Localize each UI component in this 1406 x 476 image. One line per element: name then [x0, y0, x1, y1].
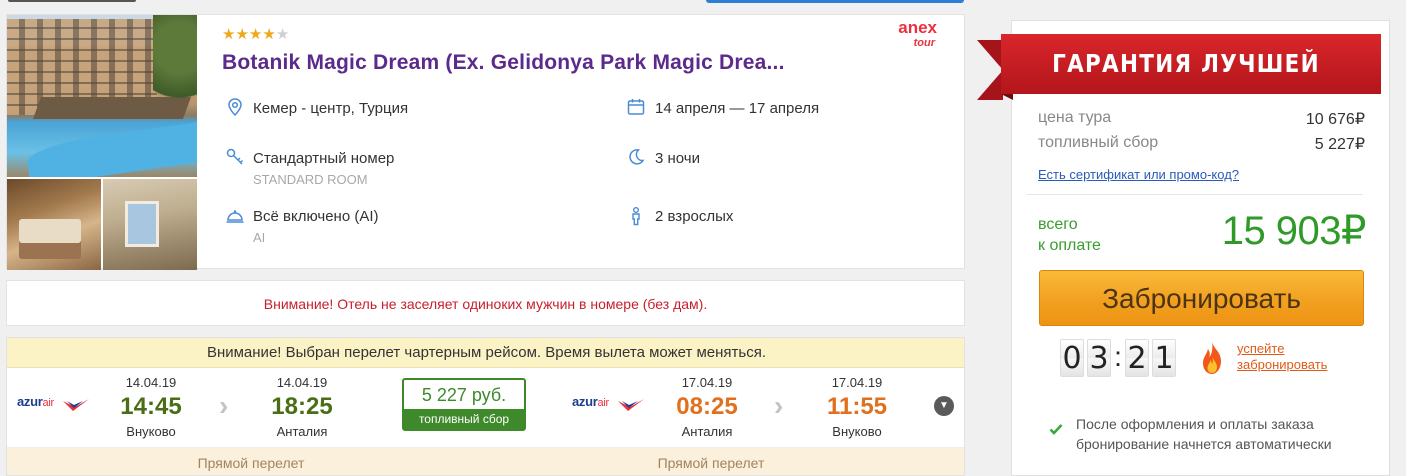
tour-price-value: 10 676₽: [1305, 111, 1365, 128]
hotel-main-photo[interactable]: [7, 15, 197, 177]
fire-icon: [1203, 342, 1221, 374]
total-label: всего к оплате: [1038, 216, 1101, 254]
outbound-arrival-date: 14.04.19: [276, 375, 328, 390]
hotel-name[interactable]: Botanik Magic Dream (Ex. Gelidonya Park …: [222, 51, 862, 75]
inbound-departure-date: 17.04.19: [681, 375, 733, 390]
timer-digit: 3: [1087, 339, 1111, 377]
fuel-surcharge-badge: 5 227 руб. топливный сбор: [402, 378, 526, 431]
person-icon: [632, 207, 640, 226]
charter-flight-notice: Внимание! Выбран перелет чартерным рейсо…: [7, 338, 964, 368]
room-type: Стандартный номер STANDARD ROOM: [253, 150, 395, 187]
timer-colon: :: [1114, 341, 1122, 372]
star-icon: ★: [222, 26, 236, 43]
hotel-room-photo-2[interactable]: [103, 179, 197, 270]
nights-count: 3 ночи: [655, 150, 700, 167]
hotel-star-rating: ★★★★★: [222, 27, 289, 43]
book-button[interactable]: Забронировать: [1039, 270, 1364, 326]
total-price: 15 903₽: [1221, 209, 1367, 253]
azur-wing-icon: [618, 399, 644, 411]
outbound-departure-airport: Внуково: [126, 424, 176, 439]
room-key-icon: [226, 148, 244, 165]
guests-count: 2 взрослых: [655, 208, 734, 225]
fuel-fee-value: 5 227₽: [1314, 136, 1365, 153]
best-price-ribbon: ГАРАНТИЯ ЛУЧШЕЙ ЦЕНЫ: [977, 34, 1381, 138]
inbound-arrival-date: 17.04.19: [831, 375, 883, 390]
meal-plan: Всё включено (AI) AI: [253, 208, 379, 245]
room-type-original: STANDARD ROOM: [253, 172, 368, 187]
meal-plan-code: AI: [253, 230, 266, 245]
star-icon: ★: [248, 26, 263, 43]
hurry-book-link[interactable]: успейте забронировать: [1237, 341, 1327, 373]
flight-card: Внимание! Выбран перелет чартерным рейсо…: [6, 337, 965, 476]
top-button-sliver[interactable]: [706, 0, 964, 3]
hotel-photo-gallery[interactable]: [7, 15, 197, 270]
top-nav-sliver: [8, 0, 136, 2]
tour-dates: 14 апреля — 17 апреля: [655, 100, 820, 117]
chevron-right-icon: ›: [219, 390, 229, 421]
price-divider: [1027, 194, 1363, 195]
star-icon: ★: [235, 26, 249, 43]
booking-note: После оформления и оплаты заказа брониро…: [1076, 416, 1332, 452]
timer-digit: 0: [1060, 339, 1084, 377]
star-empty-icon: ★: [275, 26, 290, 43]
hotel-card: ★★★★★ Botanik Magic Dream (Ex. Gelidonya…: [6, 14, 965, 270]
inbound-departure-airport: Анталия: [681, 424, 733, 439]
chevron-right-icon: ›: [774, 390, 784, 421]
inbound-flight-type: Прямой перелет: [657, 455, 765, 471]
inbound-arrival-time: 11:55: [826, 393, 888, 420]
outbound-flight-type: Прямой перелет: [197, 455, 305, 471]
flight-footer: Прямой перелет Прямой перелет: [7, 447, 964, 475]
hotel-policy-notice: Внимание! Отель не заселяет одиноких муж…: [6, 280, 965, 326]
airline-logo-outbound: azurair: [17, 393, 89, 415]
timer-digit: 1: [1152, 339, 1176, 377]
moon-icon: [629, 149, 645, 165]
azur-wing-icon: [63, 399, 89, 411]
expand-flights-button[interactable]: ▼: [934, 396, 954, 416]
airline-logo-inbound: azurair: [572, 393, 644, 415]
calendar-icon: [627, 99, 645, 115]
checkmark-icon: [1049, 424, 1063, 435]
inbound-arrival-airport: Внуково: [832, 424, 882, 439]
inbound-departure-time: 08:25: [676, 393, 738, 420]
outbound-departure-time: 14:45: [120, 393, 182, 420]
location-pin-icon: [228, 98, 242, 117]
tour-price-label: цена тура: [1038, 109, 1112, 126]
outbound-departure-date: 14.04.19: [125, 375, 177, 390]
hotel-location: Кемер - центр, Турция: [253, 100, 409, 117]
promo-code-link[interactable]: Есть сертификат или промо-код?: [1038, 167, 1239, 182]
outbound-arrival-airport: Анталия: [276, 424, 328, 439]
star-icon: ★: [262, 26, 276, 43]
timer-digit: 2: [1125, 339, 1149, 377]
meal-cloche-icon: [226, 210, 244, 223]
outbound-arrival-time: 18:25: [271, 393, 333, 420]
hotel-room-photo-1[interactable]: [7, 179, 101, 270]
fuel-fee-label: топливный сбор: [1038, 134, 1159, 151]
tour-operator-logo: anex tour: [898, 18, 937, 50]
